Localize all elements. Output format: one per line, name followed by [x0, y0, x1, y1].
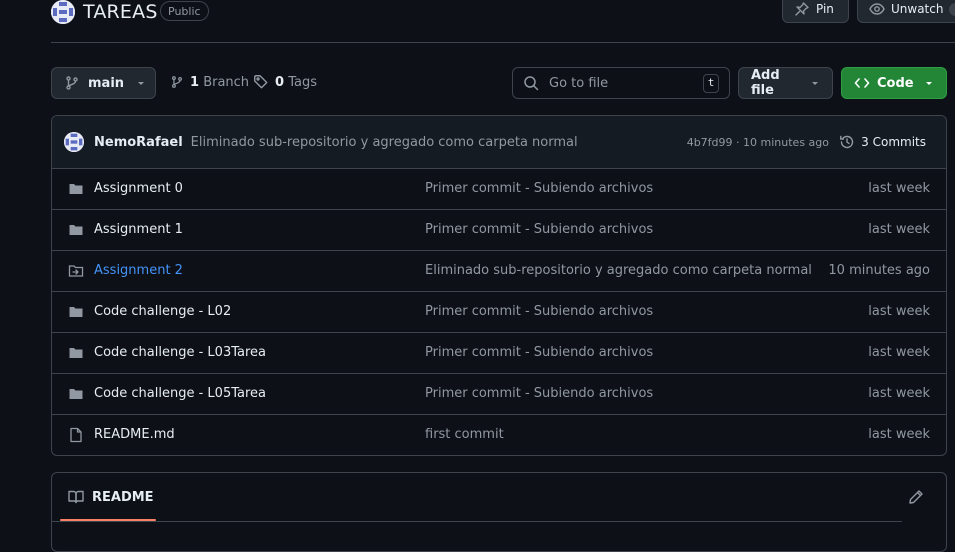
tag-icon: [253, 74, 269, 90]
commits-count: 3 Commits: [861, 135, 926, 149]
caret-down-icon: [810, 78, 820, 88]
file-commit-message[interactable]: first commit: [425, 427, 504, 442]
unwatch-label: Unwatch: [891, 2, 944, 16]
file-row[interactable]: README.md first commit last week: [52, 415, 946, 455]
add-file-label: Add file: [751, 68, 780, 98]
file-commit-message[interactable]: Primer commit - Subiendo archivos: [425, 181, 653, 196]
file-commit-time: last week: [868, 386, 930, 401]
file-row[interactable]: Code challenge - L02 Primer commit - Subi…: [52, 292, 946, 333]
history-icon: [839, 134, 855, 150]
tag-count: 0: [275, 74, 285, 90]
shortcut-key: t: [703, 73, 719, 93]
file-commit-time: last week: [868, 304, 930, 319]
caret-down-icon: [924, 78, 934, 88]
repo-name[interactable]: TAREAS: [83, 1, 158, 23]
file-commit-message[interactable]: Eliminado sub-repositorio y agregado com…: [425, 263, 812, 278]
file-name[interactable]: Code challenge - L02: [94, 304, 231, 319]
readme-tab[interactable]: README: [68, 489, 154, 505]
latest-commit-bar: NemoRafael Eliminado sub-repositorio y a…: [52, 116, 946, 169]
code-label: Code: [877, 75, 914, 91]
header-divider: [51, 42, 955, 43]
file-table: NemoRafael Eliminado sub-repositorio y a…: [51, 115, 947, 456]
folder-icon: [68, 222, 84, 238]
file-commit-time: last week: [868, 345, 930, 360]
file-commit-time: last week: [868, 427, 930, 442]
file-name[interactable]: Assignment 1: [94, 222, 183, 237]
commit-message[interactable]: Eliminado sub-repositorio y agregado com…: [191, 135, 578, 150]
submodule-folder-icon: [68, 263, 84, 279]
caret-down-icon: [136, 78, 146, 88]
file-name[interactable]: Assignment 0: [94, 181, 183, 196]
search-icon: [523, 75, 539, 91]
folder-icon: [68, 386, 84, 402]
git-branch-icon: [170, 74, 184, 90]
pin-icon: [794, 1, 810, 17]
branches-link[interactable]: 1 Branch: [170, 74, 249, 90]
branch-label: Branch: [203, 74, 250, 90]
pin-label: Pin: [816, 2, 834, 16]
file-row[interactable]: Assignment 0 Primer commit - Subiendo arc…: [52, 169, 946, 210]
file-row[interactable]: Assignment 2 Eliminado sub-repositorio y …: [52, 251, 946, 292]
file-name[interactable]: Code challenge - L03Tarea: [94, 345, 266, 360]
readme-tab-label: README: [92, 489, 154, 505]
visibility-badge: Public: [160, 1, 209, 21]
file-row[interactable]: Code challenge - L03Tarea Primer commit -…: [52, 333, 946, 374]
folder-icon: [68, 304, 84, 320]
watch-count: 1: [949, 2, 955, 16]
file-commit-message[interactable]: Primer commit - Subiendo archivos: [425, 222, 653, 237]
commits-history-link[interactable]: 3 Commits: [839, 134, 926, 150]
file-commit-time: last week: [868, 181, 930, 196]
folder-icon: [68, 345, 84, 361]
file-commit-message[interactable]: Primer commit - Subiendo archivos: [425, 345, 653, 360]
branch-name: main: [88, 75, 125, 91]
branch-count: 1: [190, 74, 200, 90]
go-to-file-search[interactable]: t: [512, 67, 730, 99]
file-row[interactable]: Code challenge - L05Tarea Primer commit -…: [52, 374, 946, 415]
pin-button[interactable]: Pin: [782, 0, 849, 23]
file-commit-message[interactable]: Primer commit - Subiendo archivos: [425, 304, 653, 319]
commit-author[interactable]: NemoRafael: [94, 135, 183, 150]
unwatch-button[interactable]: Unwatch 1: [857, 0, 955, 23]
folder-icon: [68, 181, 84, 197]
add-file-button[interactable]: Add file: [738, 67, 833, 99]
edit-readme-button[interactable]: [908, 489, 924, 505]
search-input[interactable]: [549, 75, 689, 91]
git-branch-icon: [64, 75, 80, 91]
file-icon: [68, 427, 84, 443]
branch-selector[interactable]: main: [51, 67, 156, 99]
code-button[interactable]: Code: [841, 67, 947, 99]
code-icon: [854, 75, 870, 91]
file-row[interactable]: Assignment 1 Primer commit - Subiendo arc…: [52, 210, 946, 251]
tags-link[interactable]: 0 Tags: [253, 74, 317, 90]
file-commit-message[interactable]: Primer commit - Subiendo archivos: [425, 386, 653, 401]
readme-panel: README: [51, 472, 947, 552]
readme-tab-divider: [52, 521, 902, 522]
file-name[interactable]: README.md: [94, 427, 175, 442]
book-icon: [68, 489, 84, 505]
repo-owner-avatar[interactable]: [51, 0, 75, 24]
file-name[interactable]: Assignment 2: [94, 263, 183, 278]
file-commit-time: last week: [868, 222, 930, 237]
eye-icon: [869, 1, 885, 17]
commit-hash-time[interactable]: 4b7fd99 · 10 minutes ago: [687, 136, 829, 149]
file-name[interactable]: Code challenge - L05Tarea: [94, 386, 266, 401]
file-list: Assignment 0 Primer commit - Subiendo arc…: [52, 169, 946, 455]
tag-label: Tags: [288, 74, 317, 90]
commit-author-avatar[interactable]: [64, 132, 84, 152]
file-commit-time: 10 minutes ago: [828, 263, 930, 278]
readme-tab-active-underline: [60, 519, 156, 521]
pencil-icon: [908, 489, 924, 505]
